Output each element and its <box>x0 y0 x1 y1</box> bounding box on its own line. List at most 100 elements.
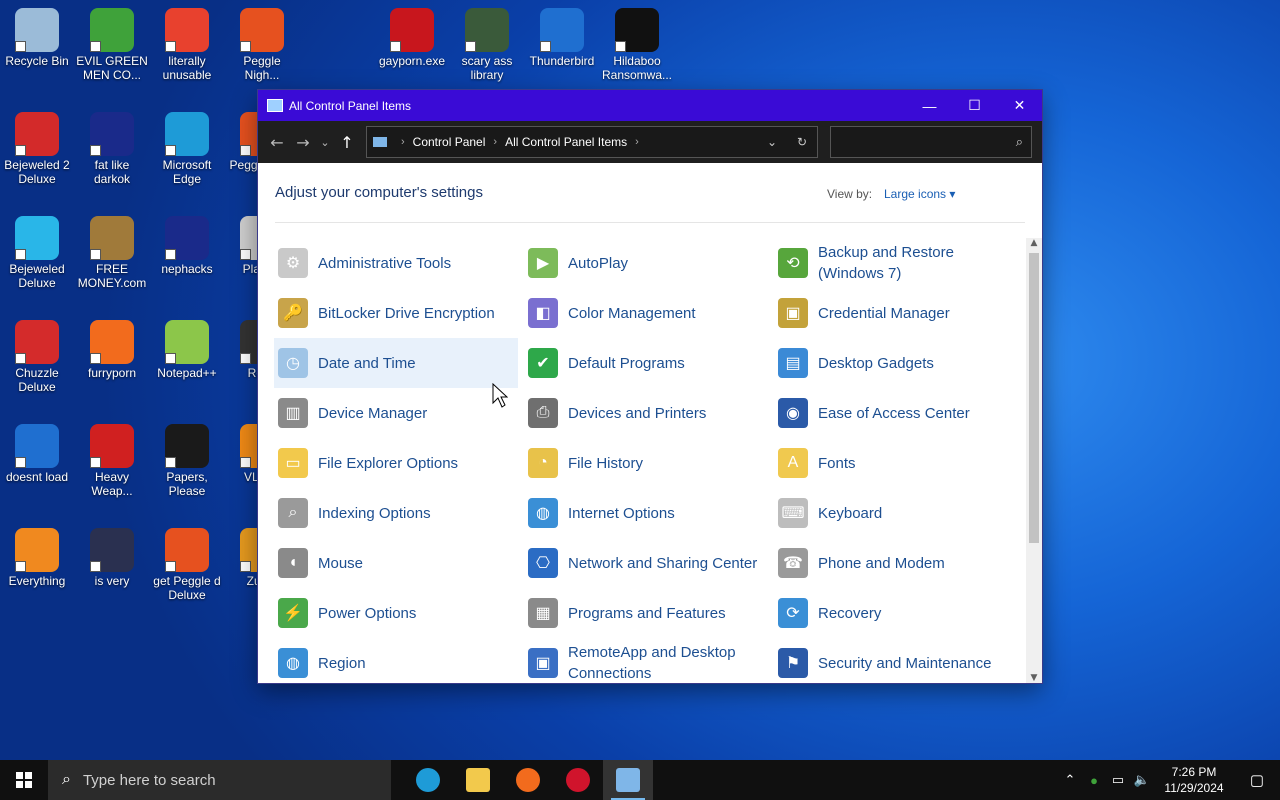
cp-item-phone-modem[interactable]: ☎ Phone and Modem <box>774 538 1014 588</box>
cp-item-ease-access[interactable]: ◉ Ease of Access Center <box>774 388 1014 438</box>
cp-item-label: Keyboard <box>818 504 883 522</box>
window-title: All Control Panel Items <box>289 98 412 113</box>
cp-item-backup[interactable]: ⟲ Backup and Restore (Windows 7) <box>774 238 1014 288</box>
scroll-up-icon[interactable]: ▲ <box>1026 238 1042 248</box>
chevron-up-icon[interactable]: ⌃ <box>1058 772 1082 788</box>
desktop-icon-label: fat like darkok <box>93 158 131 186</box>
user-icon[interactable]: ● <box>1082 773 1106 788</box>
desktop-icon-label: Bejeweled 2 Deluxe <box>4 158 70 186</box>
cp-item-region[interactable]: ◍ Region <box>274 638 518 683</box>
cp-item-label: AutoPlay <box>568 254 629 272</box>
taskbar-firefox-button[interactable] <box>503 760 553 800</box>
desktop-icon-label: nephacks <box>161 262 213 276</box>
cp-item-folder-options[interactable]: ▭ File Explorer Options <box>274 438 518 488</box>
desktop-icon[interactable]: doesnt load <box>0 420 74 484</box>
desktop-icon[interactable]: get Peggle d Deluxe <box>150 524 224 602</box>
network-icon[interactable]: ▭ <box>1106 772 1130 788</box>
cp-item-indexing[interactable]: ⌕ Indexing Options <box>274 488 518 538</box>
cp-item-fonts[interactable]: A Fonts <box>774 438 1014 488</box>
desktop-icon[interactable]: is very <box>75 524 149 588</box>
desktop-icon[interactable]: Thunderbird <box>525 4 599 68</box>
desktop-icon[interactable]: gayporn.exe <box>375 4 449 68</box>
desktop-icon[interactable]: Peggle Nigh... <box>225 4 299 82</box>
cp-item-keyboard[interactable]: ⌨ Keyboard <box>774 488 1014 538</box>
taskbar-file-explorer-button[interactable] <box>453 760 503 800</box>
view-by-dropdown[interactable]: Large icons ▾ <box>884 187 955 201</box>
shortcut-icon <box>15 320 59 364</box>
desktop-icon[interactable]: Chuzzle Deluxe <box>0 316 74 394</box>
desktop-icon[interactable]: Hildaboo Ransomwa... <box>600 4 674 82</box>
taskbar-control-panel-button[interactable] <box>603 760 653 800</box>
chevron-right-icon[interactable]: › <box>635 136 639 148</box>
back-button[interactable]: ← <box>264 127 290 157</box>
cp-item-printer[interactable]: ⎙ Devices and Printers <box>524 388 768 438</box>
cp-item-color-management[interactable]: ◧ Color Management <box>524 288 768 338</box>
title-bar[interactable]: All Control Panel Items — ☐ ✕ <box>258 90 1042 121</box>
desktop-icon[interactable]: Heavy Weap... <box>75 420 149 498</box>
desktop-icon[interactable]: fat like darkok <box>75 108 149 186</box>
cp-item-date-time[interactable]: ◷ Date and Time <box>274 338 518 388</box>
desktop-icon[interactable]: Everything <box>0 524 74 588</box>
desktop-icon[interactable]: Notepad++ <box>150 316 224 380</box>
up-button[interactable]: ↑ <box>334 127 360 157</box>
desktop-icon[interactable]: literally unusable <box>150 4 224 82</box>
desktop-icon[interactable]: Microsoft Edge <box>150 108 224 186</box>
start-button[interactable] <box>0 760 48 800</box>
desktop-icon[interactable]: EVIL GREEN MEN CO... <box>75 4 149 82</box>
volume-icon[interactable]: 🔈 <box>1130 772 1154 788</box>
refresh-button[interactable]: ↻ <box>787 135 817 149</box>
forward-button[interactable]: → <box>290 127 316 157</box>
taskbar-opera-button[interactable] <box>553 760 603 800</box>
desktop-icon[interactable]: FREE MONEY.com <box>75 212 149 290</box>
notification-icon[interactable]: ▢ <box>1234 771 1280 789</box>
desktop-icon[interactable]: Papers, Please <box>150 420 224 498</box>
taskbar-search-placeholder: Type here to search <box>82 771 216 789</box>
cp-item-security-flag[interactable]: ⚑ Security and Maintenance <box>774 638 1014 683</box>
desktop-icon[interactable]: furryporn <box>75 316 149 380</box>
shortcut-icon <box>390 8 434 52</box>
address-dropdown-icon[interactable]: ⌄ <box>757 135 787 149</box>
shortcut-icon <box>90 216 134 260</box>
taskbar-search-box[interactable]: ⌕ Type here to search <box>48 760 391 800</box>
cp-item-network[interactable]: ⎔ Network and Sharing Center <box>524 538 768 588</box>
close-button[interactable]: ✕ <box>997 90 1042 121</box>
cp-item-programs[interactable]: ▦ Programs and Features <box>524 588 768 638</box>
desktop-icon[interactable]: Bejeweled 2 Deluxe <box>0 108 74 186</box>
recent-locations-button[interactable]: ⌄ <box>316 127 334 157</box>
cp-item-autoplay[interactable]: ▶ AutoPlay <box>524 238 768 288</box>
cp-item-gadgets[interactable]: ▤ Desktop Gadgets <box>774 338 1014 388</box>
cp-item-power[interactable]: ⚡ Power Options <box>274 588 518 638</box>
cp-item-remoteapp[interactable]: ▣ RemoteApp and Desktop Connections <box>524 638 768 683</box>
desktop-icon[interactable]: Bejeweled Deluxe <box>0 212 74 290</box>
security-flag-icon: ⚑ <box>778 648 808 678</box>
cp-item-internet-options[interactable]: ◍ Internet Options <box>524 488 768 538</box>
cp-item-mouse[interactable]: ◖ Mouse <box>274 538 518 588</box>
cp-item-default-programs[interactable]: ✔ Default Programs <box>524 338 768 388</box>
breadcrumb-control-panel[interactable]: Control Panel <box>413 135 486 149</box>
breadcrumb-all-items[interactable]: All Control Panel Items <box>505 135 627 149</box>
clock[interactable]: 7:26 PM 11/29/2024 <box>1154 764 1234 796</box>
scrollbar-thumb[interactable] <box>1029 253 1039 543</box>
cp-item-label: Fonts <box>818 454 856 472</box>
cp-item-credential[interactable]: ▣ Credential Manager <box>774 288 1014 338</box>
power-icon: ⚡ <box>278 598 308 628</box>
cp-item-label: Recovery <box>818 604 882 622</box>
taskbar-edge-button[interactable] <box>403 760 453 800</box>
minimize-button[interactable]: — <box>907 90 952 121</box>
address-bar[interactable]: › Control Panel › All Control Panel Item… <box>366 126 818 158</box>
desktop-icon[interactable]: Recycle Bin <box>0 4 74 68</box>
scroll-down-icon[interactable]: ▼ <box>1026 673 1042 683</box>
cp-item-file-history[interactable]: ◔ File History <box>524 438 768 488</box>
cp-item-recovery[interactable]: ⟳ Recovery <box>774 588 1014 638</box>
cp-item-device-manager[interactable]: ▥ Device Manager <box>274 388 518 438</box>
search-input[interactable]: ⌕ <box>830 126 1032 158</box>
cp-item-bitlocker[interactable]: 🔑 BitLocker Drive Encryption <box>274 288 518 338</box>
cp-item-tools[interactable]: ⚙ Administrative Tools <box>274 238 518 288</box>
maximize-button[interactable]: ☐ <box>952 90 997 121</box>
desktop-icon[interactable]: scary ass library <box>450 4 524 82</box>
region-icon: ◍ <box>278 648 308 678</box>
chevron-right-icon[interactable]: › <box>493 136 497 148</box>
vertical-scrollbar[interactable]: ▲ ▼ <box>1026 238 1042 683</box>
internet-options-icon: ◍ <box>528 498 558 528</box>
desktop-icon[interactable]: nephacks <box>150 212 224 276</box>
